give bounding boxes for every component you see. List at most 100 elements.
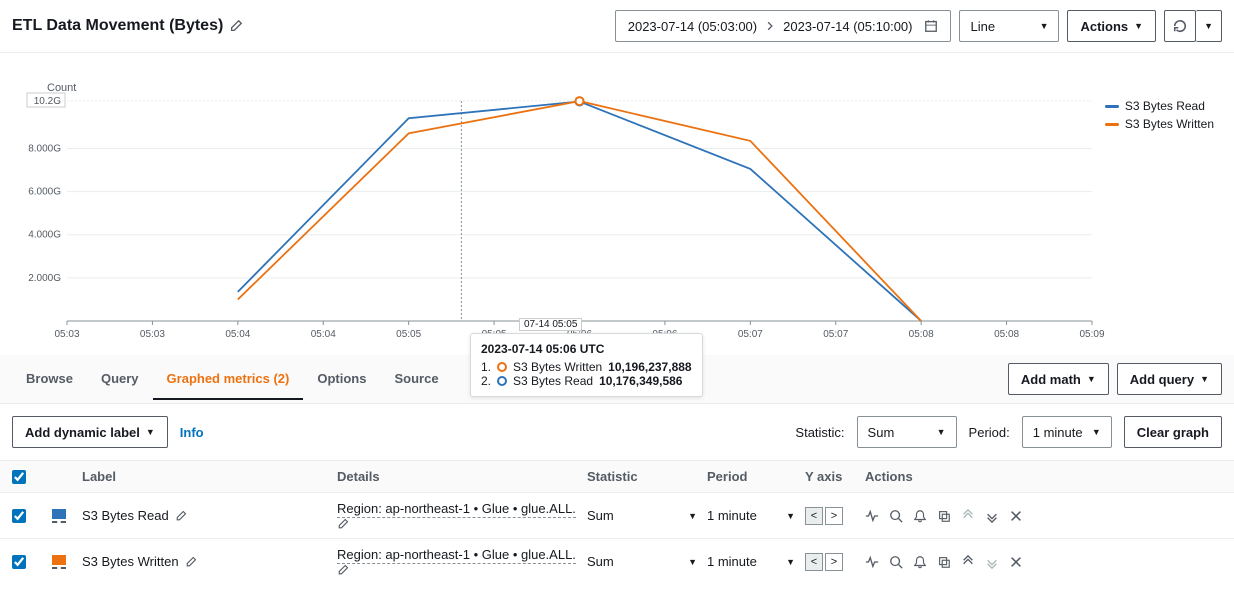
row-statistic-select[interactable]: Sum ▼: [587, 508, 707, 523]
close-icon[interactable]: [1009, 509, 1023, 523]
row-statistic-select[interactable]: Sum ▼: [587, 554, 707, 569]
title-text: ETL Data Movement (Bytes): [12, 17, 223, 35]
table-row: S3 Bytes Read Region: ap-northeast-1 • G…: [0, 492, 1234, 538]
col-period: Period: [707, 469, 805, 484]
legend-swatch: [1105, 105, 1119, 108]
chevron-down-icon: ▼: [1092, 427, 1101, 437]
tab-query[interactable]: Query: [87, 359, 153, 400]
refresh-button[interactable]: [1164, 10, 1196, 42]
svg-text:05:08: 05:08: [909, 329, 934, 340]
chevron-down-icon: ▼: [786, 511, 795, 521]
svg-text:8.000G: 8.000G: [28, 143, 61, 154]
metric-details[interactable]: Region: ap-northeast-1 • Glue • glue.ALL…: [337, 501, 576, 518]
bell-icon[interactable]: [913, 509, 927, 523]
refresh-group: ▼: [1164, 10, 1222, 42]
series-color-swatch[interactable]: [52, 555, 66, 569]
series-marker-icon: [497, 376, 507, 386]
col-details: Details: [337, 469, 587, 484]
legend-item[interactable]: S3 Bytes Read: [1105, 99, 1214, 113]
tooltip-title: 2023-07-14 05:06 UTC: [481, 342, 692, 356]
header-bar: ETL Data Movement (Bytes) 2023-07-14 (05…: [0, 0, 1234, 53]
svg-text:05:09: 05:09: [1079, 329, 1104, 340]
edit-icon[interactable]: [185, 556, 197, 568]
time-to: 2023-07-14 (05:10:00): [783, 19, 912, 34]
edit-icon[interactable]: [175, 510, 187, 522]
refresh-icon: [1173, 19, 1187, 33]
edit-icon[interactable]: [337, 518, 587, 530]
hover-x-hint: 07-14 05:05: [519, 318, 582, 331]
chevron-down-icon: ▼: [1087, 374, 1096, 384]
svg-text:10.2G: 10.2G: [34, 96, 61, 107]
svg-text:2.000G: 2.000G: [28, 273, 61, 284]
svg-text:05:04: 05:04: [311, 329, 336, 340]
legend-item[interactable]: S3 Bytes Written: [1105, 117, 1214, 131]
yaxis-left-button[interactable]: <: [805, 553, 823, 571]
time-range-picker[interactable]: 2023-07-14 (05:03:00) 2023-07-14 (05:10:…: [615, 10, 952, 42]
info-link[interactable]: Info: [180, 425, 204, 440]
tab-graphed-metrics-2-[interactable]: Graphed metrics (2): [153, 359, 304, 400]
chevron-down-icon: ▼: [786, 557, 795, 567]
svg-text:05:08: 05:08: [994, 329, 1019, 340]
col-label: Label: [82, 469, 337, 484]
chevron-down-icon: ▼: [688, 511, 697, 521]
metric-label: S3 Bytes Read: [82, 508, 169, 523]
chevron-down-icon: ▼: [1200, 374, 1209, 384]
series-color-swatch[interactable]: [52, 509, 66, 523]
add-query-button[interactable]: Add query ▼: [1117, 363, 1222, 395]
time-from: 2023-07-14 (05:03:00): [628, 19, 757, 34]
tab-source[interactable]: Source: [380, 359, 452, 400]
chart-type-select[interactable]: Line ▼: [959, 10, 1059, 42]
tab-browse[interactable]: Browse: [12, 359, 87, 400]
period-label: Period:: [969, 425, 1010, 440]
pulse-icon[interactable]: [865, 509, 879, 523]
table-header: Label Details Statistic Period Y axis Ac…: [0, 460, 1234, 492]
move-up-icon[interactable]: [961, 555, 975, 569]
pulse-icon[interactable]: [865, 555, 879, 569]
tooltip-row: 2. S3 Bytes Read 10,176,349,586: [481, 374, 692, 388]
statistic-select[interactable]: Sum ▼: [857, 416, 957, 448]
select-all-checkbox[interactable]: [12, 470, 26, 484]
refresh-options-button[interactable]: ▼: [1196, 10, 1222, 42]
yaxis-left-button[interactable]: <: [805, 507, 823, 525]
yaxis-right-button[interactable]: >: [825, 507, 843, 525]
tab-options[interactable]: Options: [303, 359, 380, 400]
close-icon[interactable]: [1009, 555, 1023, 569]
row-period-select[interactable]: 1 minute ▼: [707, 508, 805, 523]
zoom-icon[interactable]: [889, 509, 903, 523]
add-math-button[interactable]: Add math ▼: [1008, 363, 1109, 395]
yaxis-right-button[interactable]: >: [825, 553, 843, 571]
row-checkbox[interactable]: [12, 555, 26, 569]
chevron-down-icon: ▼: [1134, 21, 1143, 31]
metrics-table: Label Details Statistic Period Y axis Ac…: [0, 460, 1234, 584]
actions-button[interactable]: Actions ▼: [1067, 10, 1156, 42]
chart-svg[interactable]: Count2.000G4.000G6.000G8.000G10.2G05:030…: [12, 61, 1222, 351]
statistic-label: Statistic:: [795, 425, 844, 440]
series-marker-icon: [497, 362, 507, 372]
clear-graph-button[interactable]: Clear graph: [1124, 416, 1222, 448]
chevron-right-icon: [765, 21, 775, 31]
legend-swatch: [1105, 123, 1119, 126]
copy-icon[interactable]: [937, 509, 951, 523]
bell-icon[interactable]: [913, 555, 927, 569]
copy-icon[interactable]: [937, 555, 951, 569]
row-checkbox[interactable]: [12, 509, 26, 523]
metric-details[interactable]: Region: ap-northeast-1 • Glue • glue.ALL…: [337, 547, 576, 564]
move-down-icon[interactable]: [985, 509, 999, 523]
zoom-icon[interactable]: [889, 555, 903, 569]
chart-legend: S3 Bytes Read S3 Bytes Written: [1105, 99, 1214, 135]
col-statistic: Statistic: [587, 469, 707, 484]
edit-icon[interactable]: [337, 564, 587, 576]
svg-text:05:04: 05:04: [225, 329, 250, 340]
svg-text:Count: Count: [47, 82, 76, 94]
move-down-icon: [985, 555, 999, 569]
add-dynamic-label-button[interactable]: Add dynamic label ▼: [12, 416, 168, 448]
period-select[interactable]: 1 minute ▼: [1022, 416, 1112, 448]
svg-text:05:05: 05:05: [396, 329, 421, 340]
row-period-select[interactable]: 1 minute ▼: [707, 554, 805, 569]
svg-text:6.000G: 6.000G: [28, 187, 61, 198]
move-up-icon: [961, 509, 975, 523]
col-yaxis: Y axis: [805, 469, 865, 484]
svg-text:05:07: 05:07: [738, 329, 763, 340]
edit-icon[interactable]: [229, 19, 243, 33]
metric-label: S3 Bytes Written: [82, 554, 179, 569]
